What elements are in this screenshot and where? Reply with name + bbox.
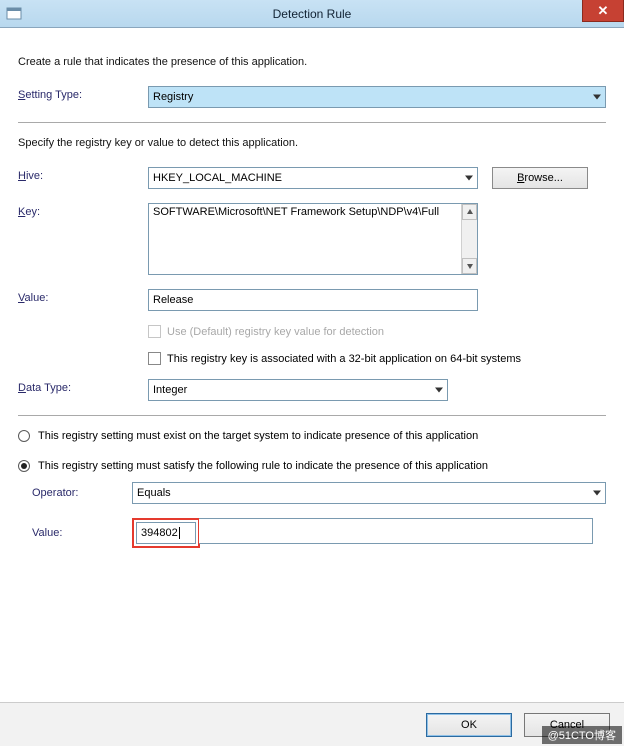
setting-type-value: Registry — [153, 91, 193, 103]
label-operator: Operator: — [32, 487, 132, 499]
row-hive: Hive: HKEY_LOCAL_MACHINE Browse... — [18, 167, 606, 189]
instruction-text-1: Create a rule that indicates the presenc… — [18, 56, 606, 68]
scroll-down-button[interactable] — [462, 258, 477, 274]
titlebar: Detection Rule ✕ — [0, 0, 624, 28]
use-default-label: Use (Default) registry key value for det… — [167, 326, 384, 338]
row-use-default: Use (Default) registry key value for det… — [148, 325, 606, 338]
assoc-32-label: This registry key is associated with a 3… — [167, 353, 521, 365]
scroll-up-button[interactable] — [462, 204, 477, 220]
chevron-down-icon — [593, 95, 601, 100]
value-input-text: Release — [153, 294, 193, 306]
data-type-select[interactable]: Integer — [148, 379, 448, 401]
hive-value: HKEY_LOCAL_MACHINE — [153, 172, 282, 184]
radio-rule-row[interactable]: This registry setting must satisfy the f… — [18, 460, 606, 472]
operator-value: Equals — [137, 487, 171, 499]
key-value: SOFTWARE\Microsoft\NET Framework Setup\N… — [149, 204, 461, 274]
label-data-type: Data Type: — [18, 379, 148, 394]
row-key: Key: SOFTWARE\Microsoft\NET Framework Se… — [18, 203, 606, 275]
assoc-32-checkbox[interactable] — [148, 352, 161, 365]
hive-select[interactable]: HKEY_LOCAL_MACHINE — [148, 167, 478, 189]
row-data-type: Data Type: Integer — [18, 379, 606, 401]
row-operator: Operator: Equals — [32, 482, 606, 504]
use-default-checkbox — [148, 325, 161, 338]
setting-type-select[interactable]: Registry — [148, 86, 606, 108]
label-setting-type: Setting Type: — [18, 86, 148, 101]
dialog-content: Create a rule that indicates the presenc… — [0, 28, 624, 558]
radio-rule-label: This registry setting must satisfy the f… — [38, 460, 488, 472]
radio-exist-row[interactable]: This registry setting must exist on the … — [18, 430, 606, 442]
operator-select[interactable]: Equals — [132, 482, 606, 504]
instruction-text-2: Specify the registry key or value to det… — [18, 137, 606, 149]
separator-2 — [18, 415, 606, 416]
row-value: Value: Release — [18, 289, 606, 311]
radio-exist-label: This registry setting must exist on the … — [38, 430, 478, 442]
window-title: Detection Rule — [0, 7, 624, 21]
value-input[interactable]: Release — [148, 289, 478, 311]
chevron-down-icon — [435, 388, 443, 393]
chevron-down-icon — [465, 176, 473, 181]
watermark: @51CTO博客 — [542, 726, 622, 744]
rule-value-text: 394802 — [141, 527, 178, 539]
highlight-box: 394802 — [132, 518, 200, 548]
browse-button[interactable]: Browse... — [492, 167, 588, 189]
radio-exist[interactable] — [18, 430, 30, 442]
row-setting-type: Setting Type: Registry — [18, 86, 606, 108]
text-caret — [179, 527, 180, 539]
dialog-footer: OK Cancel — [0, 702, 624, 746]
chevron-down-icon — [593, 491, 601, 496]
ok-button[interactable]: OK — [426, 713, 512, 737]
row-assoc-32: This registry key is associated with a 3… — [148, 352, 606, 365]
scrollbar[interactable] — [461, 204, 477, 274]
key-textarea[interactable]: SOFTWARE\Microsoft\NET Framework Setup\N… — [148, 203, 478, 275]
label-hive: Hive: — [18, 167, 148, 182]
data-type-value: Integer — [153, 384, 187, 396]
separator-1 — [18, 122, 606, 123]
close-button[interactable]: ✕ — [582, 0, 624, 22]
label-key: Key: — [18, 203, 148, 218]
row-rule-value: Value: 394802 — [32, 518, 606, 548]
rule-value-input[interactable] — [199, 518, 593, 544]
radio-rule[interactable] — [18, 460, 30, 472]
label-rule-value: Value: — [32, 527, 132, 539]
label-value: Value: — [18, 289, 148, 304]
